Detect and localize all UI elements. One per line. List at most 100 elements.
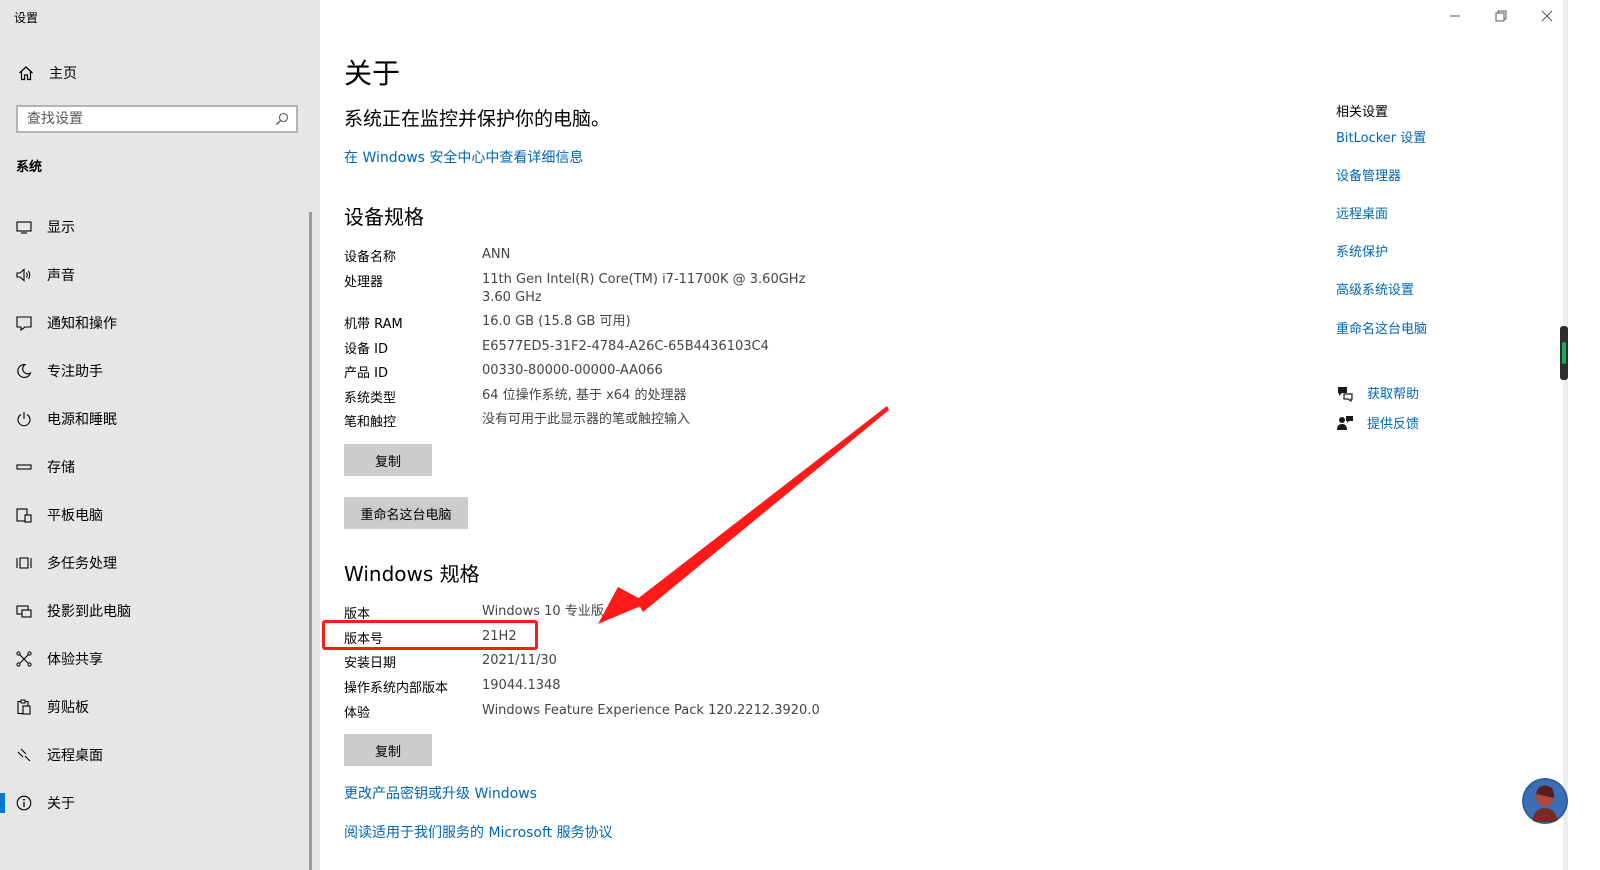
- copy-device-specs-button[interactable]: 复制: [344, 444, 432, 476]
- rename-pc-button[interactable]: 重命名这台电脑: [344, 497, 468, 529]
- bitlocker-settings-link[interactable]: BitLocker 设置: [1336, 127, 1426, 146]
- window-title: 设置: [14, 11, 39, 25]
- give-feedback-row[interactable]: 提供反馈: [1336, 413, 1419, 432]
- avatar-image: [1522, 778, 1568, 824]
- minimize-icon: [1450, 15, 1460, 17]
- give-feedback-link[interactable]: 提供反馈: [1367, 413, 1419, 432]
- scrollbar-grip: [1562, 342, 1566, 364]
- sidebar-item-label: 电源和睡眠: [47, 412, 117, 428]
- sidebar: 设置 主页 系统 显示 声音 通知和操作 专注助手: [0, 0, 320, 870]
- change-product-key-link[interactable]: 更改产品密钥或升级 Windows: [344, 783, 537, 803]
- home-label: 主页: [49, 66, 77, 82]
- service-agreement-link[interactable]: 阅读适用于我们服务的 Microsoft 服务协议: [344, 822, 613, 842]
- get-help-row[interactable]: 获取帮助: [1336, 383, 1419, 402]
- spec-value: 11th Gen Intel(R) Core(TM) i7-11700K @ 3…: [482, 271, 805, 307]
- sidebar-item-label: 通知和操作: [47, 316, 117, 332]
- sidebar-item-display[interactable]: 显示: [0, 203, 320, 251]
- spec-value: 16.0 GB (15.8 GB 可用): [482, 314, 631, 329]
- storage-icon: [16, 464, 32, 470]
- sidebar-item-storage[interactable]: 存储: [0, 443, 320, 491]
- sidebar-item-shared-experiences[interactable]: 体验共享: [0, 635, 320, 683]
- search-input[interactable]: [18, 110, 275, 128]
- section-title: 系统: [16, 160, 43, 175]
- spec-value: 64 位操作系统, 基于 x64 的处理器: [482, 388, 687, 403]
- device-manager-link[interactable]: 设备管理器: [1336, 165, 1401, 184]
- spec-key: 笔和触控: [344, 415, 397, 430]
- spec-row-experience: 体验 Windows Feature Experience Pack 120.2…: [344, 702, 820, 721]
- restore-button[interactable]: [1478, 4, 1524, 28]
- security-center-link[interactable]: 在 Windows 安全中心中查看详细信息: [344, 147, 583, 167]
- spec-row-pen-touch: 笔和触控 没有可用于此显示器的笔或触控输入: [344, 411, 690, 430]
- protection-status: 系统正在监控并保护你的电脑。: [344, 108, 611, 130]
- spec-key: 设备名称: [344, 250, 397, 265]
- sidebar-item-label: 远程桌面: [47, 748, 103, 764]
- sidebar-item-sound[interactable]: 声音: [0, 251, 320, 299]
- spec-key: 机带 RAM: [344, 317, 403, 332]
- sidebar-item-multitasking[interactable]: 多任务处理: [0, 539, 320, 587]
- copy-windows-specs-button[interactable]: 复制: [344, 734, 432, 766]
- spec-row-processor: 处理器 11th Gen Intel(R) Core(TM) i7-11700K…: [344, 271, 805, 307]
- get-help-link[interactable]: 获取帮助: [1367, 383, 1419, 402]
- tablet-icon: [16, 508, 32, 523]
- help-chat-icon: [1338, 386, 1353, 402]
- remote-desktop-link[interactable]: 远程桌面: [1336, 203, 1388, 222]
- sidebar-item-label: 显示: [47, 220, 75, 236]
- spec-row-product-id: 产品 ID 00330-80000-00000-AA066: [344, 362, 663, 381]
- content-scrollbar-track[interactable]: [1563, 0, 1568, 870]
- notification-icon: [16, 316, 32, 331]
- shared-experiences-icon: [16, 651, 32, 667]
- page-title: 关于: [344, 57, 401, 90]
- advanced-system-settings-link[interactable]: 高级系统设置: [1336, 279, 1414, 298]
- multitasking-icon: [16, 557, 32, 569]
- spec-key: 产品 ID: [344, 366, 388, 381]
- spec-key: 安装日期: [344, 656, 397, 671]
- sidebar-item-projecting[interactable]: 投影到此电脑: [0, 587, 320, 635]
- spec-key: 设备 ID: [344, 342, 388, 357]
- spec-row-os-build: 操作系统内部版本 19044.1348: [344, 677, 561, 696]
- sidebar-nav: 显示 声音 通知和操作 专注助手 电源和睡眠 存储 平板电脑 多任务处理 投影到…: [0, 203, 320, 827]
- focus-assist-icon: [17, 363, 32, 379]
- spec-value-line: 3.60 GHz: [482, 290, 542, 305]
- avatar[interactable]: [1522, 778, 1568, 824]
- restore-icon: [1495, 10, 1507, 22]
- sidebar-scrollbar[interactable]: [309, 212, 312, 870]
- feedback-person-icon: [1337, 415, 1353, 430]
- sidebar-item-label: 投影到此电脑: [47, 604, 131, 620]
- spec-row-device-name: 设备名称 ANN: [344, 246, 510, 265]
- minimize-button[interactable]: [1432, 4, 1478, 28]
- sidebar-item-clipboard[interactable]: 剪贴板: [0, 683, 320, 731]
- sidebar-item-notifications[interactable]: 通知和操作: [0, 299, 320, 347]
- sidebar-item-label: 关于: [47, 796, 75, 812]
- sidebar-item-label: 体验共享: [47, 652, 103, 668]
- display-icon: [16, 221, 32, 234]
- spec-row-system-type: 系统类型 64 位操作系统, 基于 x64 的处理器: [344, 387, 686, 406]
- rename-this-pc-link[interactable]: 重命名这台电脑: [1336, 318, 1427, 337]
- sidebar-item-remote-desktop[interactable]: 远程桌面: [0, 731, 320, 779]
- spec-value: 2021/11/30: [482, 653, 557, 668]
- sidebar-item-label: 存储: [47, 460, 75, 476]
- system-protection-link[interactable]: 系统保护: [1336, 241, 1388, 260]
- spec-key: 操作系统内部版本: [344, 681, 449, 696]
- sidebar-item-label: 专注助手: [47, 364, 103, 380]
- sidebar-item-focus-assist[interactable]: 专注助手: [0, 347, 320, 395]
- sound-icon: [16, 268, 31, 282]
- spec-value: ANN: [482, 247, 511, 262]
- sidebar-item-power-sleep[interactable]: 电源和睡眠: [0, 395, 320, 443]
- sidebar-item-tablet[interactable]: 平板电脑: [0, 491, 320, 539]
- spec-key: 处理器: [344, 275, 384, 290]
- power-icon: [17, 412, 31, 427]
- sidebar-item-label: 多任务处理: [47, 556, 117, 572]
- spec-value-line: 11th Gen Intel(R) Core(TM) i7-11700K @ 3…: [482, 272, 806, 287]
- clipboard-icon: [17, 699, 31, 715]
- device-specs-heading: 设备规格: [344, 205, 424, 229]
- sidebar-item-about[interactable]: 关于: [0, 779, 320, 827]
- content-scrollbar-thumb[interactable]: [1560, 326, 1568, 380]
- home-nav-item[interactable]: 主页: [16, 62, 77, 84]
- spec-value: 00330-80000-00000-AA066: [482, 363, 663, 378]
- search-icon[interactable]: [275, 112, 289, 126]
- spec-value: 19044.1348: [482, 678, 561, 693]
- remote-desktop-icon: [17, 748, 31, 762]
- spec-value: 没有可用于此显示器的笔或触控输入: [482, 412, 691, 427]
- search-box[interactable]: [16, 105, 298, 133]
- spec-row-installed-on: 安装日期 2021/11/30: [344, 652, 557, 671]
